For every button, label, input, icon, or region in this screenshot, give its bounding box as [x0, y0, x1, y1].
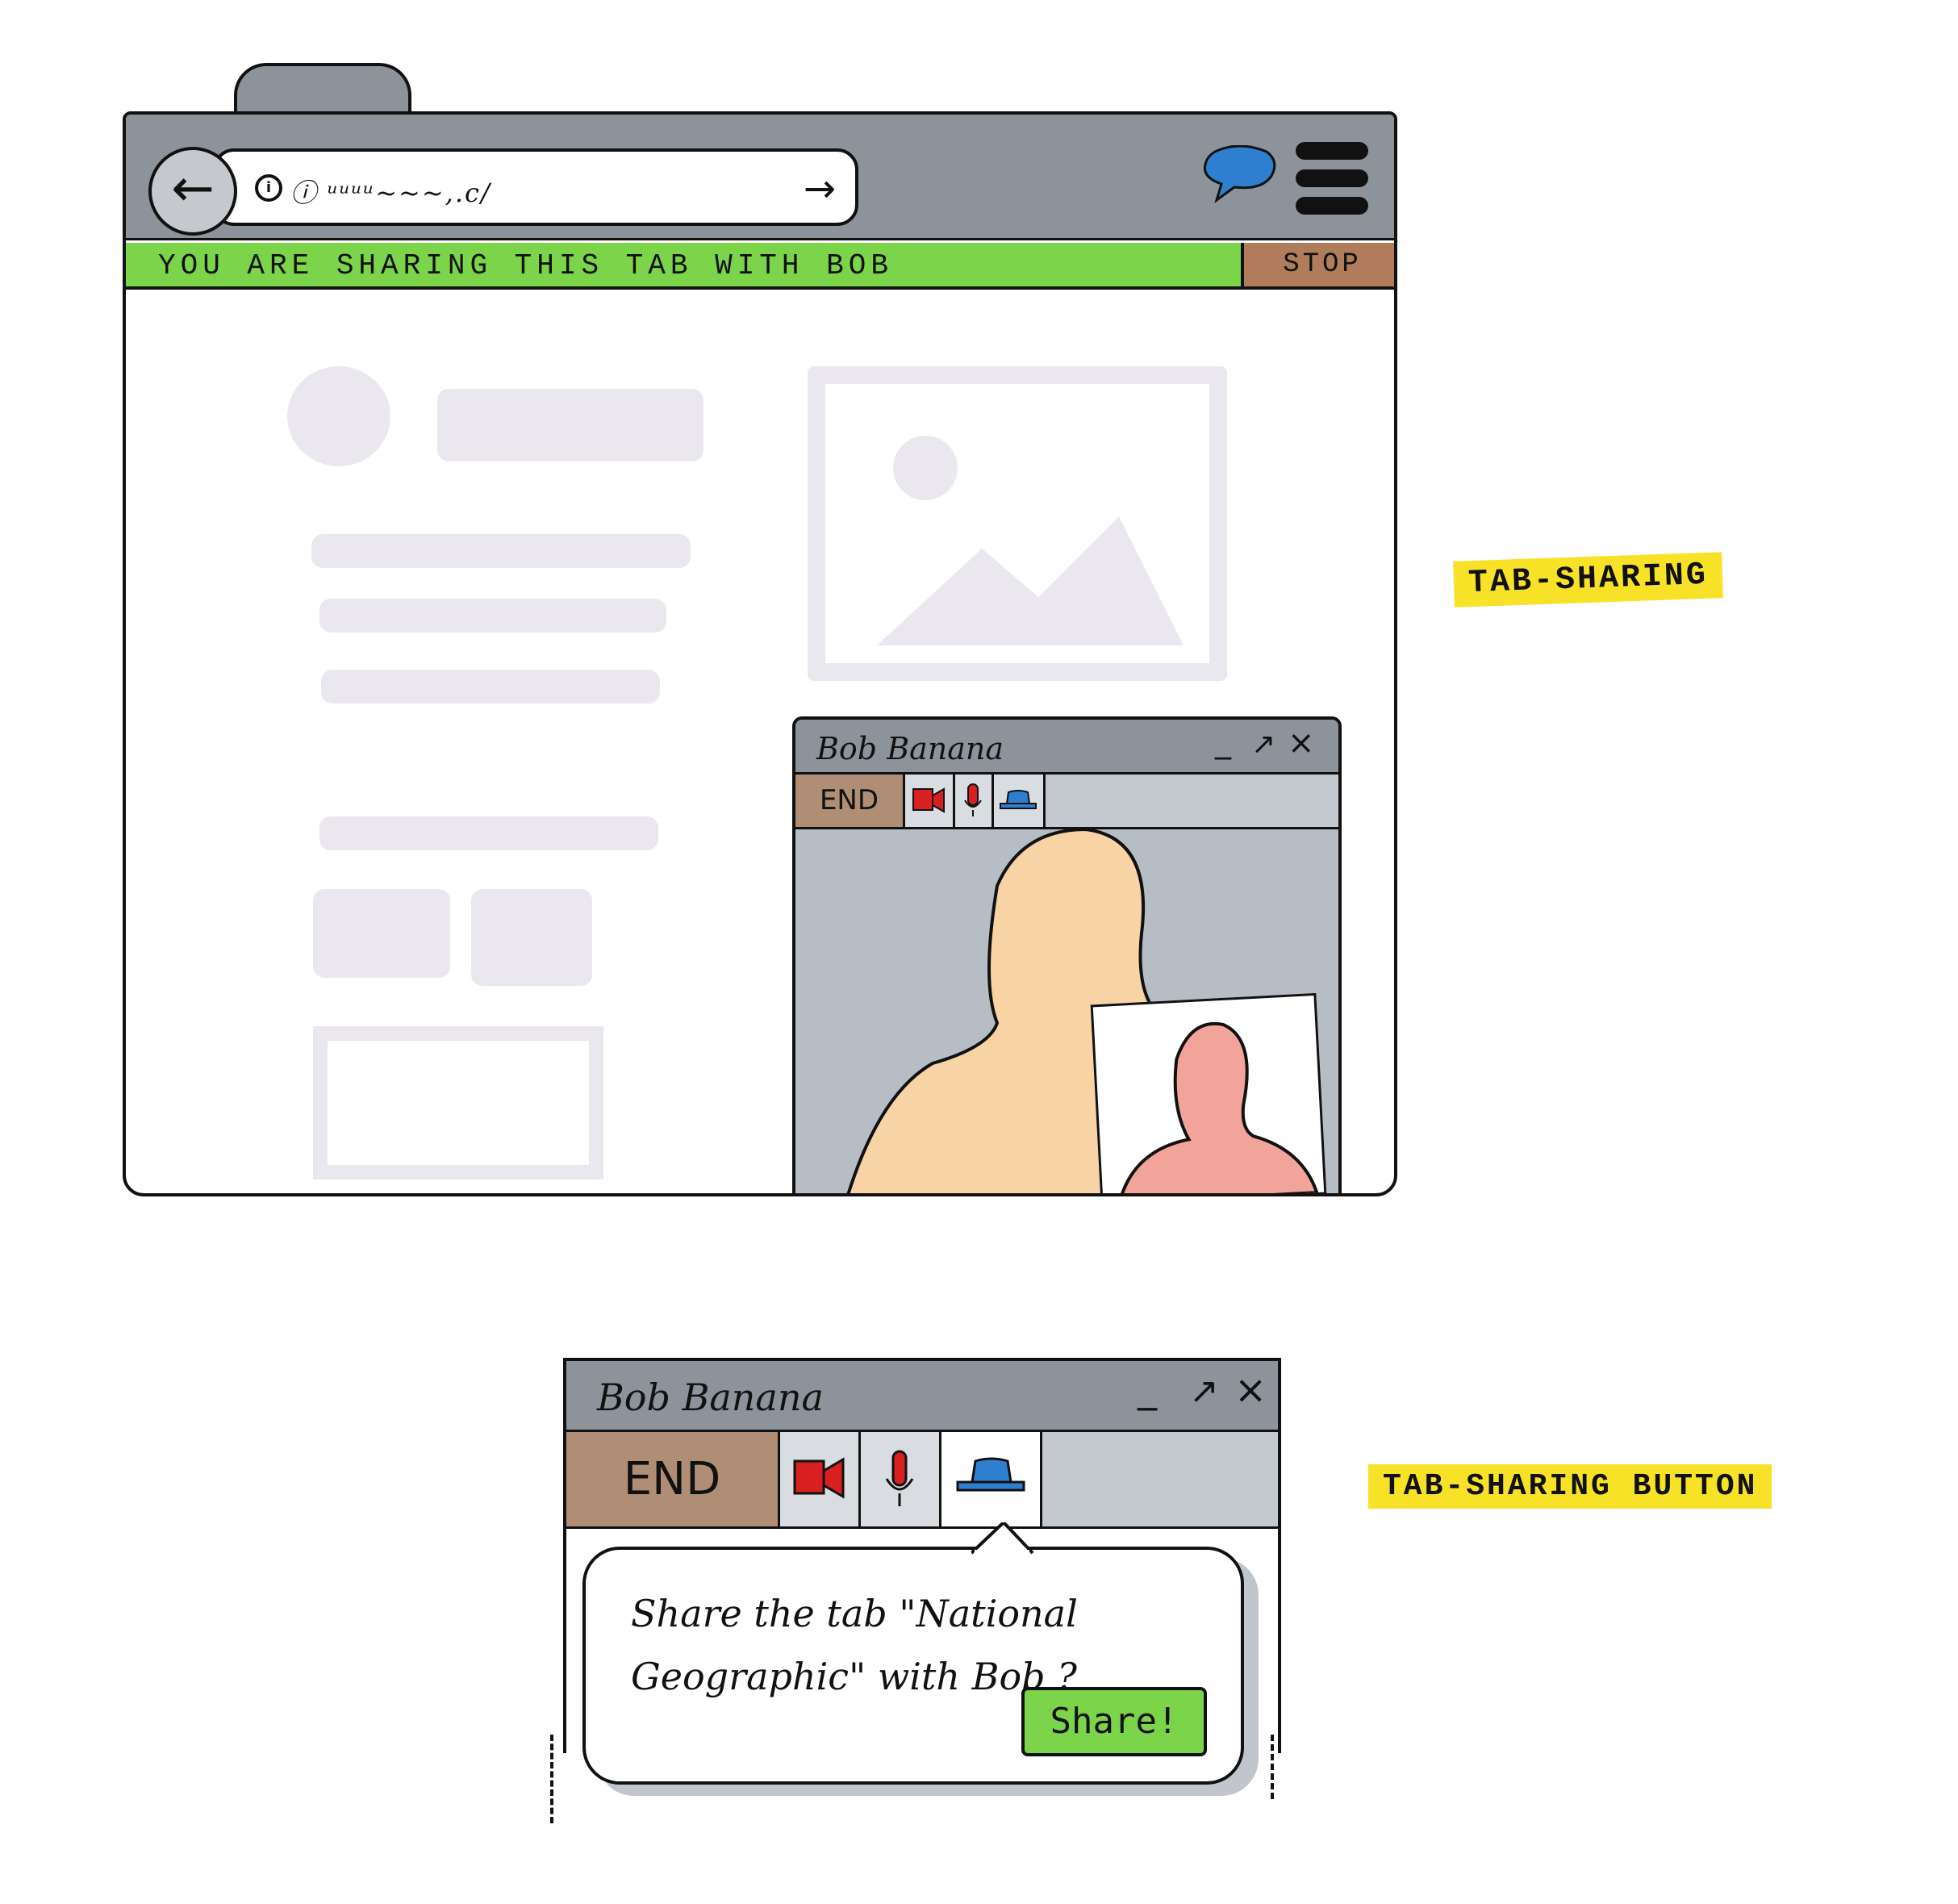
share-prompt-line1: Share the tab "National: [631, 1592, 1078, 1635]
text-line-placeholder: [311, 534, 691, 568]
call-title-bar: Bob Banana _ ↗ ×: [566, 1361, 1278, 1432]
text-line-placeholder: [321, 670, 660, 704]
call-controls: END: [795, 775, 1338, 829]
text-line-placeholder: [319, 599, 666, 633]
close-button[interactable]: ×: [1288, 724, 1315, 762]
popout-button[interactable]: ↗: [1251, 728, 1275, 761]
text-block-placeholder: [471, 889, 592, 986]
text-block-placeholder: [313, 889, 450, 978]
contact-name: Bob Banana: [816, 731, 1004, 766]
back-button[interactable]: ←: [148, 147, 237, 236]
minimize-button[interactable]: _: [1215, 723, 1231, 760]
annotation-tab-sharing: TAB-SHARING: [1453, 552, 1723, 608]
end-call-button[interactable]: END: [795, 775, 905, 827]
video-toggle-button[interactable]: [905, 775, 955, 827]
video-toggle-button[interactable]: [780, 1432, 861, 1526]
window-edge-right: [1271, 1735, 1274, 1799]
popover-pointer: [971, 1522, 1034, 1555]
contact-name: Bob Banana: [597, 1376, 824, 1419]
url-text: ⓘ ᵘᵘᵘᵘ~~~,.c/: [290, 177, 491, 208]
tab-share-hat-icon: [1000, 790, 1037, 809]
popout-button[interactable]: ↗: [1189, 1371, 1219, 1412]
chat-bubble-icon[interactable]: [1199, 145, 1280, 203]
mic-toggle-button[interactable]: [955, 775, 994, 827]
image-placeholder: [808, 366, 1227, 681]
share-tab-popover: Share the tab "National Geographic" with…: [582, 1547, 1244, 1785]
self-view-avatar: [1117, 1021, 1319, 1193]
end-call-button[interactable]: END: [566, 1432, 780, 1526]
url-bar[interactable]: i ⓘ ᵘᵘᵘᵘ~~~,.c/ →: [213, 148, 858, 226]
video-camera-icon: [793, 1457, 845, 1499]
stop-sharing-button[interactable]: STOP: [1241, 243, 1394, 290]
call-title-bar: Bob Banana _ ↗ ×: [795, 720, 1338, 775]
sharing-banner-text: YOU ARE SHARING THIS TAB WITH BOB: [158, 249, 893, 282]
video-camera-icon: [912, 787, 945, 813]
browser-toolbar: i ⓘ ᵘᵘᵘᵘ~~~,.c/ → ←: [126, 115, 1394, 240]
menu-icon[interactable]: [1296, 139, 1368, 216]
microphone-icon: [964, 783, 982, 816]
heading-placeholder: [437, 389, 703, 461]
logo-placeholder: [287, 366, 390, 466]
text-line-placeholder: [319, 816, 658, 850]
go-arrow-icon[interactable]: →: [804, 166, 836, 211]
tab-share-button[interactable]: [994, 775, 1046, 827]
info-icon[interactable]: i: [255, 174, 282, 202]
video-call-window-detail: Bob Banana _ ↗ × END Share the tab "Nati…: [563, 1358, 1281, 1785]
tab-share-hat-icon: [956, 1457, 1025, 1492]
mic-toggle-button[interactable]: [861, 1432, 941, 1526]
browser-window: i ⓘ ᵘᵘᵘᵘ~~~,.c/ → ← YOU ARE SHARING THIS…: [123, 111, 1397, 1196]
microphone-icon: [885, 1450, 914, 1506]
share-button[interactable]: Share!: [1021, 1687, 1207, 1756]
video-call-window: Bob Banana _ ↗ × END: [792, 716, 1342, 1193]
tab-share-button[interactable]: [941, 1432, 1042, 1526]
minimize-button[interactable]: _: [1138, 1366, 1157, 1411]
close-button[interactable]: ×: [1234, 1367, 1267, 1413]
call-controls: END: [566, 1432, 1278, 1529]
self-view: [1090, 992, 1327, 1193]
window-edge-left: [550, 1735, 553, 1823]
image-placeholder: [313, 1026, 603, 1180]
annotation-tab-sharing-button: TAB-SHARING BUTTON: [1368, 1464, 1772, 1509]
sharing-banner: YOU ARE SHARING THIS TAB WITH BOB: [126, 243, 1241, 290]
